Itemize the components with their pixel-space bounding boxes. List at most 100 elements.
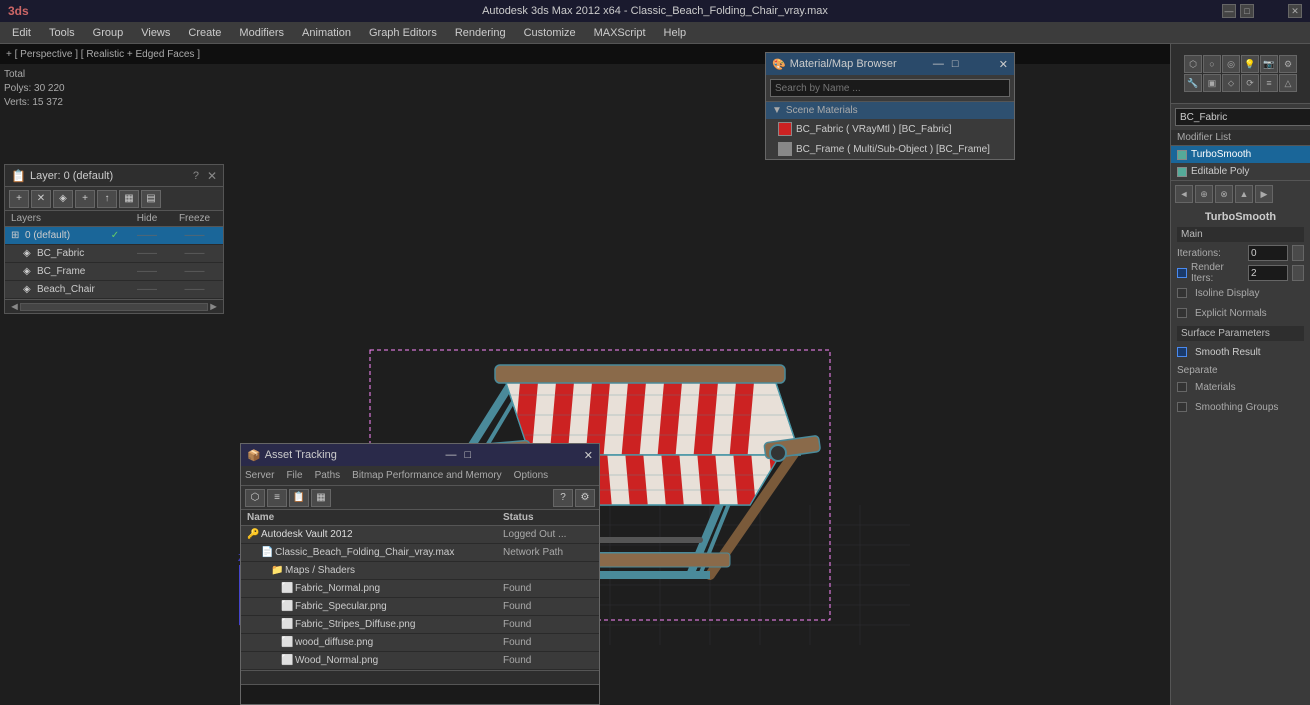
menu-modifiers[interactable]: Modifiers	[231, 25, 292, 41]
ts-renderiter-checkbox[interactable]	[1177, 268, 1187, 278]
menu-create[interactable]: Create	[180, 25, 229, 41]
at-menu-file[interactable]: File	[286, 470, 302, 481]
rp-icon-4[interactable]: 💡	[1241, 55, 1259, 73]
layer-row-fabric[interactable]: ◈ BC_Fabric —— ——	[5, 245, 223, 263]
ts-explicit-checkbox[interactable]	[1177, 308, 1187, 318]
modifier-ep-checkbox[interactable]	[1177, 167, 1187, 177]
at-input-bar	[241, 684, 599, 704]
title-maximize[interactable]: □	[1240, 4, 1254, 18]
at-maximize[interactable]: □	[464, 449, 471, 461]
at-minimize[interactable]: —	[445, 449, 456, 461]
layers-btn3[interactable]: ◈	[53, 190, 73, 208]
at-row-wood-normal[interactable]: ⬜ Wood_Normal.png Found	[241, 652, 599, 670]
menu-animation[interactable]: Animation	[294, 25, 359, 41]
at-tb-help[interactable]: ?	[553, 489, 573, 507]
at-menu-paths[interactable]: Paths	[315, 470, 341, 481]
rp-icon-5[interactable]: 📷	[1260, 55, 1278, 73]
layers-btn7[interactable]: ▤	[141, 190, 161, 208]
menu-edit[interactable]: Edit	[4, 25, 39, 41]
ts-title: TurboSmooth	[1177, 211, 1304, 223]
menu-customize[interactable]: Customize	[516, 25, 584, 41]
ts-smooth-result-checkbox[interactable]	[1177, 347, 1187, 357]
at-scrollbar-h[interactable]	[241, 670, 599, 684]
nav-icon-3[interactable]: ⊗	[1215, 185, 1233, 203]
scroll-left[interactable]: ◄	[9, 301, 20, 313]
ts-isoline-checkbox[interactable]	[1177, 288, 1187, 298]
layers-btn6[interactable]: ▦	[119, 190, 139, 208]
at-row-fabric-normal[interactable]: ⬜ Fabric_Normal.png Found	[241, 580, 599, 598]
at-row-fabric-stripes[interactable]: ⬜ Fabric_Stripes_Diffuse.png Found	[241, 616, 599, 634]
mat-item-frame[interactable]: BC_Frame ( Multi/Sub-Object ) [BC_Frame]	[766, 139, 1014, 159]
at-wn-status: Found	[503, 655, 593, 666]
layer-row-frame[interactable]: ◈ BC_Frame —— ——	[5, 263, 223, 281]
rp-icon-1[interactable]: ⬡	[1184, 55, 1202, 73]
ts-smoothing-groups-checkbox[interactable]	[1177, 402, 1187, 412]
at-row-wood-diffuse[interactable]: ⬜ wood_diffuse.png Found	[241, 634, 599, 652]
at-wd-name: wood_diffuse.png	[295, 637, 503, 648]
modifier-editable-poly[interactable]: Editable Poly	[1171, 163, 1310, 180]
rp-icon-3[interactable]: ◎	[1222, 55, 1240, 73]
at-row-maps[interactable]: 📁 Maps / Shaders	[241, 562, 599, 580]
layers-delete-btn[interactable]: ✕	[31, 190, 51, 208]
at-tb-2[interactable]: ≡	[267, 489, 287, 507]
menu-rendering[interactable]: Rendering	[447, 25, 514, 41]
at-close[interactable]: ✕	[584, 449, 593, 462]
ts-renderiter-spinner[interactable]	[1292, 265, 1304, 281]
scroll-right[interactable]: ►	[208, 301, 219, 313]
menu-views[interactable]: Views	[133, 25, 178, 41]
ts-materials-checkbox[interactable]	[1177, 382, 1187, 392]
menu-help[interactable]: Help	[656, 25, 695, 41]
mat-item-fabric[interactable]: BC_Fabric ( VRayMtl ) [BC_Fabric]	[766, 119, 1014, 139]
at-menu-bitmap[interactable]: Bitmap Performance and Memory	[352, 470, 502, 481]
modifier-ts-checkbox[interactable]	[1177, 150, 1187, 160]
menu-graph-editors[interactable]: Graph Editors	[361, 25, 445, 41]
at-row-fabric-specular[interactable]: ⬜ Fabric_Specular.png Found	[241, 598, 599, 616]
at-menu-server[interactable]: Server	[245, 470, 274, 481]
modifier-turbosmooth[interactable]: TurboSmooth	[1171, 146, 1310, 163]
ts-iterations-input[interactable]	[1248, 245, 1288, 261]
menu-tools[interactable]: Tools	[41, 25, 83, 41]
ts-iterations-spinner[interactable]	[1292, 245, 1304, 261]
nav-icon-4[interactable]: ▲	[1235, 185, 1253, 203]
layer-row-default[interactable]: ⊞ 0 (default) ✓ —— ——	[5, 227, 223, 245]
at-tb-opts[interactable]: ⚙	[575, 489, 595, 507]
rp-icon-10[interactable]: ⟳	[1241, 74, 1259, 92]
at-tb-3[interactable]: 📋	[289, 489, 309, 507]
layers-new-btn[interactable]: +	[9, 190, 29, 208]
app-close-btn[interactable]: ✕	[1288, 4, 1302, 18]
menu-group[interactable]: Group	[85, 25, 132, 41]
mat-browser-minimize[interactable]: —	[933, 58, 944, 70]
layers-btn4[interactable]: +	[75, 190, 95, 208]
nav-icon-5[interactable]: ▶	[1255, 185, 1273, 203]
rp-icon-9[interactable]: ⬦	[1222, 74, 1240, 92]
ts-isoline-row: Isoline Display	[1177, 284, 1304, 302]
nav-icon-2[interactable]: ⊕	[1195, 185, 1213, 203]
at-maps-name: Maps / Shaders	[285, 565, 503, 576]
at-row-maxfile[interactable]: 📄 Classic_Beach_Folding_Chair_vray.max N…	[241, 544, 599, 562]
object-name-input[interactable]	[1175, 108, 1310, 126]
layers-btn5[interactable]: ↑	[97, 190, 117, 208]
at-row-vault[interactable]: 🔑 Autodesk Vault 2012 Logged Out ...	[241, 526, 599, 544]
mat-browser-maximize[interactable]: □	[952, 58, 959, 70]
mat-browser-close[interactable]: ✕	[999, 58, 1008, 71]
rp-icon-11[interactable]: ≡	[1260, 74, 1278, 92]
layers-h-scrollbar[interactable]	[20, 303, 208, 311]
modifier-list-label: Modifier List	[1171, 130, 1310, 146]
mat-browser-search-input[interactable]	[770, 79, 1010, 97]
rp-icon-6[interactable]: ⚙	[1279, 55, 1297, 73]
menu-maxscript[interactable]: MAXScript	[586, 25, 654, 41]
at-tb-1[interactable]: ⬡	[245, 489, 265, 507]
layers-close-btn[interactable]: ✕	[207, 169, 217, 183]
layer-row-chair[interactable]: ◈ Beach_Chair —— ——	[5, 281, 223, 299]
at-menu-options[interactable]: Options	[514, 470, 548, 481]
title-minimize[interactable]: —	[1222, 4, 1236, 18]
rp-icon-12[interactable]: △	[1279, 74, 1297, 92]
ts-renderiter-input[interactable]	[1248, 265, 1288, 281]
nav-icon-1[interactable]: ◄	[1175, 185, 1193, 203]
section-collapse-icon[interactable]: ▼	[772, 105, 782, 116]
at-tb-4[interactable]: ▦	[311, 489, 331, 507]
rp-icon-2[interactable]: ○	[1203, 55, 1221, 73]
rp-icon-8[interactable]: ▣	[1203, 74, 1221, 92]
rp-icon-7[interactable]: 🔧	[1184, 74, 1202, 92]
layers-help-btn[interactable]: ?	[193, 170, 199, 182]
